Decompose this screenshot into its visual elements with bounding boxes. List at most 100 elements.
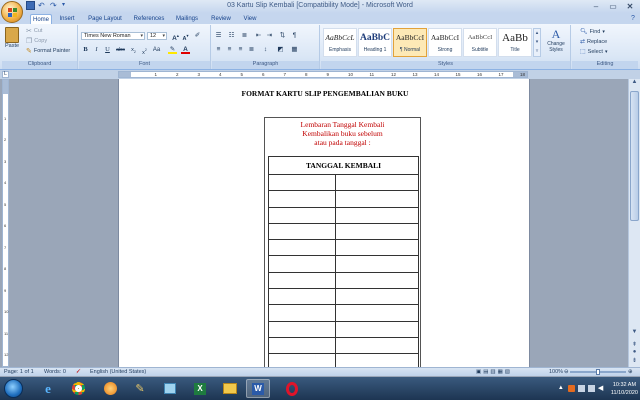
table-row[interactable] bbox=[269, 321, 418, 339]
find-button[interactable]: 🔍︎ Find ▾ bbox=[580, 28, 605, 36]
table-row[interactable] bbox=[269, 354, 418, 367]
tab-page-layout[interactable]: Page Layout bbox=[85, 14, 125, 24]
superscript-icon[interactable]: x2 bbox=[140, 46, 149, 56]
format-painter-button[interactable]: ✎ Format Painter bbox=[26, 47, 70, 55]
paint-icon[interactable]: ✎ bbox=[128, 379, 152, 398]
next-page-icon[interactable]: ⇟ bbox=[629, 357, 640, 366]
start-button[interactable] bbox=[4, 379, 23, 398]
table-row[interactable] bbox=[269, 223, 418, 241]
align-center-icon[interactable]: ≡ bbox=[225, 46, 234, 54]
vertical-ruler[interactable]: 1 2 3 4 5 6 7 8 9 10 11 12 bbox=[2, 79, 9, 367]
language[interactable]: English (United States) bbox=[90, 369, 146, 375]
volume-icon[interactable]: ◀ bbox=[598, 385, 605, 392]
font-size-combo[interactable]: 12 bbox=[147, 32, 167, 40]
multilevel-list-icon[interactable]: ≣ bbox=[240, 32, 249, 40]
word-count[interactable]: Words: 0 bbox=[44, 369, 66, 375]
numbering-icon[interactable]: ☷ bbox=[227, 32, 236, 40]
scroll-down-icon[interactable]: ▼ bbox=[629, 329, 640, 338]
page-count[interactable]: Page: 1 of 1 bbox=[4, 369, 34, 375]
paste-button[interactable]: Paste bbox=[5, 27, 19, 49]
shading-icon[interactable]: ◩ bbox=[276, 46, 285, 54]
scroll-up-icon[interactable]: ▲ bbox=[629, 79, 640, 88]
network-icon[interactable] bbox=[587, 385, 595, 392]
borders-icon[interactable]: ▦ bbox=[290, 46, 299, 54]
style-heading-1[interactable]: AaBbC Heading 1 bbox=[358, 28, 392, 57]
tray-arrow-icon[interactable]: ▲ bbox=[558, 385, 565, 392]
table-row[interactable] bbox=[269, 305, 418, 322]
style-strong[interactable]: AaBbCcI Strong bbox=[428, 28, 462, 57]
decrease-indent-icon[interactable]: ⇤ bbox=[254, 32, 263, 40]
page[interactable]: FORMAT KARTU SLIP PENGEMBALIAN BUKU Lemb… bbox=[118, 79, 530, 367]
strikethrough-icon[interactable]: abc bbox=[116, 46, 125, 54]
italic-icon[interactable]: I bbox=[92, 46, 101, 54]
bullets-icon[interactable]: ☰ bbox=[214, 32, 223, 40]
horizontal-ruler[interactable]: 1 2 3 4 5 6 7 8 9 10 11 12 13 14 15 16 17 18 bbox=[118, 71, 528, 78]
clear-formatting-icon[interactable]: ✐ bbox=[193, 32, 202, 40]
chrome-icon[interactable] bbox=[66, 379, 90, 398]
tab-review[interactable]: Review bbox=[209, 14, 233, 24]
maximize-button[interactable]: ▭ bbox=[605, 1, 621, 11]
table-row[interactable] bbox=[269, 191, 418, 208]
folder-app-icon[interactable] bbox=[158, 379, 182, 398]
table-row[interactable] bbox=[269, 240, 418, 257]
tab-references[interactable]: References bbox=[130, 14, 168, 24]
tab-view[interactable]: View bbox=[240, 14, 260, 24]
cut-button[interactable]: ✂ Cut bbox=[26, 27, 42, 35]
save-icon[interactable] bbox=[26, 1, 35, 10]
zoom-thumb[interactable] bbox=[596, 369, 600, 375]
table-row[interactable] bbox=[269, 207, 418, 225]
font-name-combo[interactable]: Times New Roman bbox=[81, 32, 145, 40]
justify-icon[interactable]: ≣ bbox=[247, 46, 256, 54]
zoom-level[interactable]: 100% bbox=[549, 369, 563, 375]
highlight-icon[interactable]: ✎ bbox=[168, 46, 177, 54]
replace-button[interactable]: ⇄ Replace bbox=[580, 38, 607, 46]
tray-flag-icon[interactable] bbox=[577, 385, 585, 392]
table-row[interactable] bbox=[269, 272, 418, 290]
align-right-icon[interactable]: ≡ bbox=[236, 46, 245, 54]
clock[interactable]: 10:32 AM 11/10/2020 bbox=[611, 381, 638, 397]
minimize-button[interactable]: – bbox=[588, 1, 604, 11]
underline-icon[interactable]: U bbox=[103, 46, 112, 54]
copy-button[interactable]: ❐ Copy bbox=[26, 37, 47, 45]
media-player-icon[interactable] bbox=[98, 379, 122, 398]
tab-selector[interactable]: L bbox=[2, 71, 9, 78]
style-emphasis[interactable]: AaBbCcL Emphasis bbox=[323, 28, 357, 57]
word-taskbar-icon[interactable]: W bbox=[246, 379, 270, 398]
tab-insert[interactable]: Insert bbox=[56, 14, 78, 24]
align-left-icon[interactable]: ≡ bbox=[214, 46, 223, 54]
select-button[interactable]: ⬚ Select ▾ bbox=[580, 48, 607, 56]
grow-font-icon[interactable]: A▴ bbox=[171, 32, 180, 42]
opera-icon[interactable] bbox=[280, 379, 304, 398]
table-row[interactable] bbox=[269, 256, 418, 274]
excel-icon[interactable]: X bbox=[188, 379, 212, 398]
close-button[interactable]: ✕ bbox=[622, 1, 638, 11]
tray-app-icon[interactable] bbox=[567, 385, 575, 392]
style-normal[interactable]: AaBbCcI ¶ Normal bbox=[393, 28, 427, 57]
table-row[interactable] bbox=[269, 175, 418, 192]
tab-mailings[interactable]: Mailings bbox=[173, 14, 201, 24]
change-styles-button[interactable]: A Change Styles bbox=[543, 27, 569, 53]
style-subtitle[interactable]: AaBbCcI Subtitle bbox=[463, 28, 497, 57]
tab-home[interactable]: Home bbox=[30, 14, 52, 24]
zoom-in-icon[interactable]: ⊕ bbox=[628, 369, 633, 375]
styles-scroll[interactable]: ▴ ▾ ▿ bbox=[533, 28, 541, 57]
increase-indent-icon[interactable]: ⇥ bbox=[265, 32, 274, 40]
line-spacing-icon[interactable]: ↕ bbox=[261, 46, 270, 54]
undo-icon[interactable]: ↶ bbox=[38, 1, 47, 10]
file-explorer-icon[interactable] bbox=[218, 379, 242, 398]
table-row[interactable] bbox=[269, 289, 418, 306]
sort-icon[interactable]: ⇅ bbox=[278, 32, 287, 40]
show-formatting-icon[interactable]: ¶ bbox=[290, 32, 299, 40]
font-color-icon[interactable]: A bbox=[181, 46, 190, 54]
ie-icon[interactable]: e bbox=[36, 379, 60, 398]
proofing-icon[interactable]: ✓̸ bbox=[76, 369, 81, 375]
zoom-out-icon[interactable]: ⊖ bbox=[564, 369, 569, 375]
style-title[interactable]: AaBb Title bbox=[498, 28, 532, 57]
redo-icon[interactable]: ↷ bbox=[50, 1, 59, 10]
qat-dropdown-icon[interactable]: ▾ bbox=[62, 1, 71, 10]
help-icon[interactable]: ? bbox=[628, 14, 638, 24]
vertical-scrollbar[interactable]: ▲ ▼ ⇞ ● ⇟ bbox=[628, 79, 640, 367]
scroll-thumb[interactable] bbox=[630, 91, 639, 221]
subscript-icon[interactable]: x2 bbox=[129, 46, 138, 54]
shrink-font-icon[interactable]: A▾ bbox=[181, 32, 190, 42]
